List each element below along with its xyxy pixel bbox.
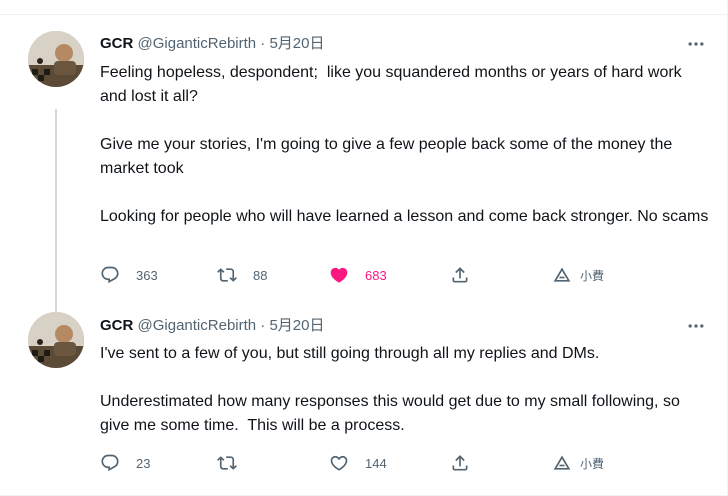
reply-count: 23: [136, 455, 151, 471]
author-handle[interactable]: @GiganticRebirth: [138, 35, 257, 52]
share-icon: [452, 455, 468, 471]
like-count: 144: [365, 455, 387, 471]
like-button[interactable]: 683: [329, 263, 387, 287]
like-count: 683: [365, 267, 387, 283]
heart-icon: [330, 455, 348, 471]
tip-label: 小費: [580, 456, 605, 471]
tip-label: 小費: [580, 268, 605, 283]
tip-button[interactable]: 小費: [552, 451, 604, 475]
tweet-actions: 363 88 683 小費: [100, 263, 620, 287]
avatar[interactable]: [28, 312, 84, 368]
separator: ·: [260, 35, 266, 52]
retweet-icon: [217, 456, 237, 470]
separator: ·: [260, 317, 266, 334]
thread-connector: [55, 109, 57, 325]
reply-icon: [101, 454, 119, 472]
share-button[interactable]: [450, 451, 470, 475]
tip-icon: [553, 267, 571, 282]
share-button[interactable]: [450, 263, 470, 287]
tweet-header: GCR @GiganticRebirth · 5月20日: [100, 34, 325, 54]
tweet-actions: 23 144 小費: [100, 451, 620, 475]
heart-icon: [330, 267, 348, 283]
reply-button[interactable]: 363: [100, 263, 158, 287]
share-icon: [452, 267, 468, 283]
author-name[interactable]: GCR: [100, 35, 133, 52]
retweet-button[interactable]: 88: [217, 263, 267, 287]
author-name[interactable]: GCR: [100, 317, 133, 334]
retweet-button[interactable]: [217, 451, 253, 475]
more-options-icon[interactable]: [686, 316, 706, 336]
tweet-header: GCR @GiganticRebirth · 5月20日: [100, 316, 325, 336]
avatar-image: [28, 31, 84, 87]
tweet-date[interactable]: 5月20日: [269, 317, 324, 334]
tip-button[interactable]: 小費: [552, 263, 604, 287]
avatar-image: [28, 312, 84, 368]
tweet-2[interactable]: GCR @GiganticRebirth · 5月20日 I've sent t…: [0, 312, 728, 496]
tweet-date[interactable]: 5月20日: [269, 35, 324, 52]
reply-count: 363: [136, 267, 158, 283]
tweet-text: Feeling hopeless, despondent; like you s…: [100, 64, 709, 225]
avatar[interactable]: [28, 31, 84, 87]
tweet-1[interactable]: GCR @GiganticRebirth · 5月20日 Feeling hop…: [0, 14, 728, 325]
tweet-text: I've sent to a few of you, but still goi…: [100, 345, 680, 434]
reply-button[interactable]: 23: [100, 451, 150, 475]
more-options-icon[interactable]: [686, 34, 706, 54]
tip-icon: [553, 455, 571, 470]
retweet-count: 88: [253, 267, 268, 283]
reply-icon: [101, 266, 119, 284]
author-handle[interactable]: @GiganticRebirth: [138, 317, 257, 334]
like-button[interactable]: 144: [329, 451, 387, 475]
retweet-icon: [217, 268, 237, 282]
